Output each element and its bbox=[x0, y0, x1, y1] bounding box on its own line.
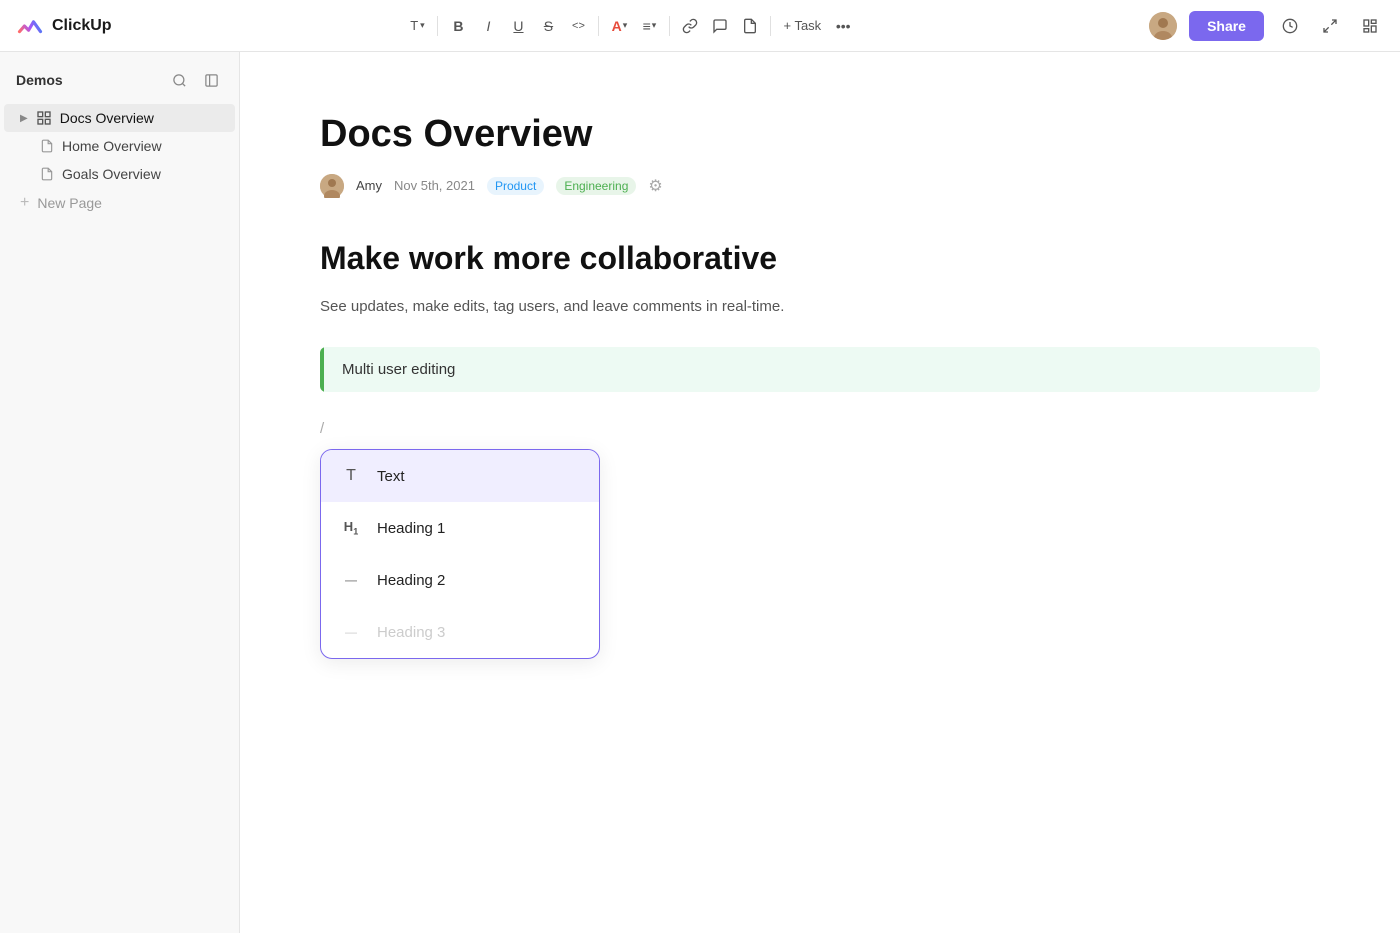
slash-command-area[interactable]: / bbox=[320, 416, 1320, 441]
sidebar-item-home-overview[interactable]: Home Overview bbox=[4, 132, 235, 160]
color-button[interactable]: A ▾ bbox=[605, 12, 633, 40]
new-page-label: New Page bbox=[37, 195, 102, 211]
toolbar-center: T ▾ B I U S <> A ▾ ≡ ▾ bbox=[403, 12, 857, 40]
layout-button[interactable] bbox=[1356, 12, 1384, 40]
content-area: Docs Overview Amy Nov 5th, 2021 Product … bbox=[240, 52, 1400, 933]
new-page-plus-icon: + bbox=[20, 194, 29, 212]
tag-engineering[interactable]: Engineering bbox=[556, 177, 636, 195]
doc-button[interactable] bbox=[736, 12, 764, 40]
sidebar-collapse-button[interactable] bbox=[199, 68, 223, 92]
align-button[interactable]: ≡ ▾ bbox=[635, 12, 663, 40]
tag-settings-icon[interactable]: ⚙ bbox=[648, 176, 662, 196]
tag-product[interactable]: Product bbox=[487, 177, 544, 195]
heading2-item-icon: — bbox=[337, 566, 365, 594]
doc-subtitle: See updates, make edits, tag users, and … bbox=[320, 295, 1320, 319]
comment-button[interactable] bbox=[706, 12, 734, 40]
sidebar-item-label-goals-overview: Goals Overview bbox=[62, 166, 161, 182]
sidebar-search-button[interactable] bbox=[167, 68, 191, 92]
sidebar-item-docs-overview[interactable]: ▶ Docs Overview bbox=[4, 104, 235, 132]
docs-overview-icon bbox=[36, 110, 52, 126]
sidebar-arrow-icon: ▶ bbox=[20, 113, 28, 124]
doc-meta: Amy Nov 5th, 2021 Product Engineering ⚙ bbox=[320, 174, 1320, 198]
dropdown-item-heading2[interactable]: — Heading 2 bbox=[321, 554, 599, 606]
heading1-item-icon: H1 bbox=[337, 514, 365, 542]
dropdown-heading2-label: Heading 2 bbox=[377, 572, 445, 589]
link-button[interactable] bbox=[676, 12, 704, 40]
toolbar-divider-3 bbox=[669, 16, 670, 36]
sidebar: Demos ▶ bbox=[0, 52, 240, 933]
sidebar-header: Demos bbox=[0, 68, 239, 104]
toolbar-divider-2 bbox=[598, 16, 599, 36]
italic-button[interactable]: I bbox=[474, 12, 502, 40]
goals-overview-icon bbox=[40, 167, 54, 181]
share-button[interactable]: Share bbox=[1189, 11, 1264, 41]
sidebar-item-label-home-overview: Home Overview bbox=[62, 138, 162, 154]
dropdown-heading3-label: Heading 3 bbox=[377, 624, 445, 641]
logo[interactable]: ClickUp bbox=[16, 12, 112, 40]
doc-heading: Make work more collaborative bbox=[320, 238, 1320, 280]
doc-date: Nov 5th, 2021 bbox=[394, 178, 475, 193]
sidebar-header-icons bbox=[167, 68, 223, 92]
dropdown-text-label: Text bbox=[377, 468, 405, 485]
blockquote-content: Multi user editing bbox=[324, 347, 473, 392]
dropdown-heading1-label: Heading 1 bbox=[377, 520, 445, 537]
author-avatar bbox=[320, 174, 344, 198]
heading3-item-icon: — bbox=[337, 618, 365, 646]
blockquote: Multi user editing bbox=[320, 347, 1320, 392]
dropdown-item-heading1[interactable]: H1 Heading 1 bbox=[321, 502, 599, 554]
document-title[interactable]: Docs Overview bbox=[320, 112, 1320, 158]
sidebar-item-goals-overview[interactable]: Goals Overview bbox=[4, 160, 235, 188]
toolbar: ClickUp T ▾ B I U S <> A ▾ ≡ ▾ bbox=[0, 0, 1400, 52]
code-button[interactable]: <> bbox=[564, 12, 592, 40]
sidebar-item-label-docs-overview: Docs Overview bbox=[60, 110, 154, 126]
dropdown-item-text[interactable]: T Text bbox=[321, 450, 599, 502]
workspace-title: Demos bbox=[16, 72, 63, 88]
toolbar-right: Share bbox=[1149, 11, 1384, 41]
history-button[interactable] bbox=[1276, 12, 1304, 40]
dropdown-item-heading3[interactable]: — Heading 3 bbox=[321, 606, 599, 658]
logo-text: ClickUp bbox=[52, 17, 112, 35]
bold-button[interactable]: B bbox=[444, 12, 472, 40]
underline-button[interactable]: U bbox=[504, 12, 532, 40]
new-page-button[interactable]: + New Page bbox=[4, 188, 235, 218]
slash-command-dropdown: T Text H1 Heading 1 — Heading 2 — bbox=[320, 449, 600, 659]
add-task-button[interactable]: + Task bbox=[777, 12, 827, 40]
toolbar-divider-4 bbox=[770, 16, 771, 36]
doc-author: Amy bbox=[356, 178, 382, 193]
strikethrough-button[interactable]: S bbox=[534, 12, 562, 40]
home-overview-icon bbox=[40, 139, 54, 153]
text-item-icon: T bbox=[337, 462, 365, 490]
more-button[interactable]: ••• bbox=[829, 12, 857, 40]
user-avatar[interactable] bbox=[1149, 12, 1177, 40]
toolbar-divider-1 bbox=[437, 16, 438, 36]
expand-button[interactable] bbox=[1316, 12, 1344, 40]
main-layout: Demos ▶ bbox=[0, 52, 1400, 933]
text-format-button[interactable]: T ▾ bbox=[403, 12, 431, 40]
toolbar-logo-area: ClickUp bbox=[16, 12, 112, 40]
